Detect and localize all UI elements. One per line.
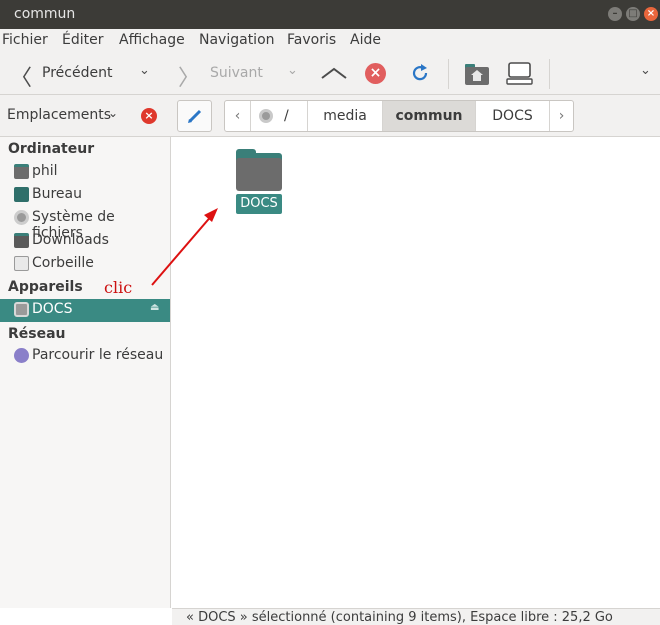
menu-navigation[interactable]: Navigation — [199, 32, 275, 48]
section-reseau: Réseau — [8, 326, 66, 342]
breadcrumb-right-arrow[interactable]: › — [549, 101, 573, 131]
drive-icon — [259, 109, 273, 123]
forward-button[interactable]: Suivant — [210, 65, 263, 81]
chevron-down-icon[interactable]: ⌄ — [108, 106, 118, 120]
toolbar-separator — [448, 59, 449, 89]
reload-icon[interactable] — [410, 63, 430, 83]
folder-name-docs[interactable]: DOCS — [236, 194, 282, 214]
breadcrumb-docs[interactable]: DOCS — [475, 101, 549, 131]
back-arrow-icon[interactable]: 〈 — [10, 60, 32, 92]
title-bar: commun – □ × — [0, 0, 660, 29]
window-title: commun — [14, 6, 76, 22]
minimize-icon[interactable]: – — [608, 7, 622, 21]
status-text: « DOCS » sélectionné (containing 9 items… — [186, 610, 613, 625]
close-sidebar-icon[interactable]: × — [141, 108, 157, 124]
annotation-text: clic — [104, 278, 133, 297]
forward-arrow-icon[interactable]: 〉 — [178, 60, 200, 92]
menu-editer[interactable]: Éditer — [62, 32, 103, 48]
sidebar-item-bureau[interactable]: Bureau — [0, 184, 170, 207]
sidebar-item-phil[interactable]: phil — [0, 161, 170, 184]
network-icon — [14, 348, 29, 363]
toolbar-separator — [549, 59, 550, 89]
back-button[interactable]: Précédent — [42, 65, 112, 81]
drive-icon — [14, 302, 29, 317]
trash-icon — [14, 256, 29, 271]
edit-location-button[interactable] — [177, 100, 212, 132]
section-appareils: Appareils — [8, 279, 83, 295]
menu-fichier[interactable]: Fichier — [2, 32, 48, 48]
drive-icon — [14, 210, 29, 225]
breadcrumb-media[interactable]: media — [307, 101, 382, 131]
breadcrumb-left-arrow[interactable]: ‹ — [225, 101, 250, 131]
sidebar-item-downloads[interactable]: Downloads — [0, 230, 170, 253]
toolbar: 〈 Précédent ⌄ 〉 Suivant ⌄ × ⌄ — [0, 53, 660, 95]
menu-affichage[interactable]: Affichage — [119, 32, 185, 48]
pencil-icon — [188, 109, 202, 123]
location-bar: Emplacements ⌄ × ‹ / media commun DOCS › — [0, 95, 660, 137]
sidebar-item-docs[interactable]: DOCS ⏏ — [0, 299, 170, 322]
maximize-icon[interactable]: □ — [626, 7, 640, 21]
chevron-down-icon[interactable]: ⌄ — [139, 63, 150, 78]
chevron-down-icon[interactable]: ⌄ — [287, 63, 298, 78]
breadcrumb: ‹ / media commun DOCS › — [224, 100, 574, 132]
computer-icon[interactable] — [506, 62, 534, 86]
close-icon[interactable]: × — [644, 7, 658, 21]
menu-bar: Fichier Éditer Affichage Navigation Favo… — [0, 29, 660, 53]
sidebar-item-systeme[interactable]: Système de fichiers — [0, 207, 170, 241]
status-bar: « DOCS » sélectionné (containing 9 items… — [172, 608, 660, 625]
breadcrumb-commun[interactable]: commun — [382, 101, 475, 131]
home-folder-icon[interactable] — [464, 62, 490, 86]
file-view: DOCS — [172, 137, 660, 608]
stop-icon[interactable]: × — [365, 63, 386, 84]
folder-icon[interactable] — [236, 149, 282, 191]
downloads-icon — [14, 233, 29, 248]
up-arrow-icon[interactable] — [320, 65, 348, 81]
menu-favoris[interactable]: Favoris — [287, 32, 336, 48]
places-dropdown[interactable]: Emplacements — [7, 107, 111, 123]
home-icon — [14, 164, 29, 179]
chevron-down-icon[interactable]: ⌄ — [640, 63, 651, 78]
eject-icon[interactable]: ⏏ — [150, 302, 159, 313]
desktop-icon — [14, 187, 29, 202]
sidebar-item-reseau[interactable]: Parcourir le réseau — [0, 345, 170, 368]
sidebar-item-corbeille[interactable]: Corbeille — [0, 253, 170, 276]
sidebar: Ordinateur phil Bureau Système de fichie… — [0, 137, 171, 608]
menu-aide[interactable]: Aide — [350, 32, 381, 48]
section-ordinateur: Ordinateur — [8, 141, 95, 157]
